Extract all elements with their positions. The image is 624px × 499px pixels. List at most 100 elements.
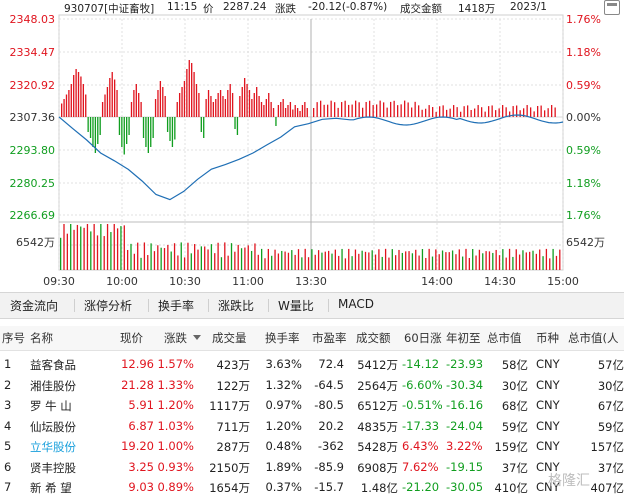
tab-capital-flow[interactable]: 资金流向 bbox=[10, 297, 58, 314]
window-icon[interactable] bbox=[604, 0, 620, 15]
stock-price: 6.87 bbox=[128, 418, 154, 433]
col-header-market-cap[interactable]: 总市值 bbox=[487, 330, 522, 346]
col-header-change[interactable]: 涨跌 bbox=[164, 330, 187, 346]
volume-bar bbox=[485, 251, 487, 270]
tab-macd[interactable]: MACD bbox=[338, 297, 374, 311]
up-bar bbox=[154, 99, 157, 117]
up-bar bbox=[495, 110, 497, 117]
table-row[interactable]: 7 新 希 望 9.03 0.89% 1654万 0.37% -15.7 1.48亿 -21.2… bbox=[0, 477, 624, 498]
sort-down-icon[interactable] bbox=[193, 335, 201, 340]
col-header-pe[interactable]: 市盈率 bbox=[312, 330, 349, 346]
volume-bar bbox=[73, 229, 75, 270]
volume-bar bbox=[224, 242, 226, 270]
intraday-chart[interactable]: 2348.03 1.76% 2334.47 1.18% 2320.92 0.59% 2307… bbox=[0, 0, 624, 292]
up-bar bbox=[365, 101, 367, 117]
volume-bar bbox=[100, 224, 102, 270]
volume-bar bbox=[157, 245, 159, 270]
down-bar bbox=[92, 117, 94, 147]
stock-amount: 6512万 bbox=[357, 399, 398, 413]
table-row[interactable]: 3 罗 牛 山 5.91 1.20% 1117万 0.97% -80.5 6512万 -0.51… bbox=[0, 395, 624, 416]
window-icon-bar bbox=[607, 3, 617, 6]
volume-bar bbox=[344, 258, 347, 270]
volume-bar bbox=[257, 254, 259, 270]
table-row[interactable]: 2 湘佳股份 21.28 1.33% 122万 1.32% -64.5 2564万 -6.60%… bbox=[0, 375, 624, 396]
down-bar bbox=[121, 117, 123, 147]
intraday-chart-svg: 2348.03 1.76% 2334.47 1.18% 2320.92 0.59% 2307… bbox=[10, 13, 606, 288]
up-bar bbox=[551, 105, 553, 117]
volume-bar bbox=[334, 249, 336, 270]
volume-bar bbox=[190, 253, 192, 270]
volume-bar bbox=[331, 253, 333, 270]
up-bar bbox=[421, 109, 423, 117]
volume-bar bbox=[529, 251, 531, 270]
up-bar bbox=[533, 111, 535, 117]
stock-60d-change: -0.51% bbox=[402, 398, 443, 412]
tab-w-volume-ratio[interactable]: W量比 bbox=[278, 297, 314, 314]
table-row[interactable]: 1 益客食品 12.96 1.57% 423万 3.63% 72.4 5412万 -14.12-… bbox=[0, 354, 624, 375]
stock-pe: -15.7 bbox=[314, 480, 344, 494]
stock-ytd-change: -30.34 bbox=[446, 377, 484, 392]
col-header-volume[interactable]: 成交量 bbox=[212, 330, 247, 346]
col-header-turnover[interactable]: 换手率 bbox=[265, 330, 300, 346]
col-header-60d-change[interactable]: 60日涨 bbox=[404, 330, 446, 346]
header-time: 11:15 bbox=[167, 1, 198, 13]
volume-bar bbox=[341, 248, 343, 270]
volume-bar bbox=[264, 258, 266, 270]
up-bar bbox=[383, 102, 385, 117]
volume-bar bbox=[431, 256, 434, 270]
index-code-name: 930707[中证畜牧] bbox=[64, 3, 155, 15]
volume-bar bbox=[167, 245, 169, 270]
stock-change: 1.20% bbox=[157, 398, 194, 412]
tab-turnover-rate[interactable]: 换手率 bbox=[158, 297, 194, 314]
row-no: 2 bbox=[4, 377, 12, 392]
stock-60d-change: 7.62% bbox=[402, 459, 439, 474]
col-header-price[interactable]: 现价 bbox=[120, 330, 143, 346]
volume-bar bbox=[552, 248, 554, 270]
table-row[interactable]: 6 贤丰控股 3.25 0.93% 2150万 1.89% -85.9 6908万 7.62% -… bbox=[0, 457, 624, 478]
volume-bar bbox=[314, 254, 316, 270]
up-bar bbox=[227, 90, 229, 117]
table-row[interactable]: 4 仙坛股份 6.87 1.03% 711万 1.20% 20.2 4835万 -17.33 -2… bbox=[0, 416, 624, 437]
volume-bar bbox=[271, 255, 273, 270]
stock-price: 12.96 bbox=[121, 357, 154, 371]
up-bar bbox=[215, 99, 217, 117]
stock-market-cap-cny: 30亿 bbox=[597, 378, 624, 393]
volume-bar bbox=[532, 250, 534, 270]
up-bar bbox=[316, 102, 318, 117]
col-header-name[interactable]: 名称 bbox=[30, 330, 53, 346]
up-bar bbox=[530, 107, 532, 117]
stock-amount: 6908万 bbox=[357, 460, 398, 475]
up-bar bbox=[386, 107, 388, 117]
volume-bar bbox=[411, 253, 414, 270]
stock-currency: CNY bbox=[536, 357, 560, 371]
col-header-amount[interactable]: 成交额 bbox=[356, 330, 391, 346]
tab-limit-up-analysis[interactable]: 涨停分析 bbox=[84, 297, 132, 314]
volume-bar bbox=[518, 254, 521, 270]
up-bar bbox=[263, 105, 265, 117]
up-bar bbox=[301, 105, 304, 117]
up-bar bbox=[344, 100, 346, 117]
volume-bar bbox=[60, 237, 62, 270]
up-bar bbox=[101, 102, 104, 117]
up-bar bbox=[337, 107, 339, 117]
volume-bar bbox=[244, 247, 246, 270]
volume-bar bbox=[395, 255, 397, 270]
col-header-market-cap-cny[interactable]: 总市值(人 bbox=[568, 330, 624, 346]
volume-bar bbox=[438, 254, 440, 270]
col-header-no[interactable]: 序号 bbox=[2, 330, 25, 346]
stock-turnover: 0.37% bbox=[265, 480, 302, 494]
down-bar bbox=[147, 117, 150, 153]
up-bar bbox=[334, 102, 336, 117]
volume-bar bbox=[137, 242, 139, 270]
volume-axis-label: 6542万 bbox=[16, 236, 55, 249]
table-row[interactable]: 5 立华股份 19.20 1.00% 287万 0.48% -362 5428万 6.43% 3.… bbox=[0, 436, 624, 457]
up-bar bbox=[432, 107, 434, 117]
volume-bar bbox=[150, 243, 152, 270]
up-bar bbox=[470, 109, 472, 117]
percent-axis-label: 1.76% bbox=[566, 13, 601, 26]
col-header-currency[interactable]: 币种 bbox=[536, 330, 559, 346]
col-header-ytd-change[interactable]: 年初至 bbox=[446, 330, 486, 346]
down-bar bbox=[203, 117, 205, 138]
up-bar bbox=[393, 100, 395, 117]
tab-rise-fall-ratio[interactable]: 涨跌比 bbox=[218, 297, 254, 314]
